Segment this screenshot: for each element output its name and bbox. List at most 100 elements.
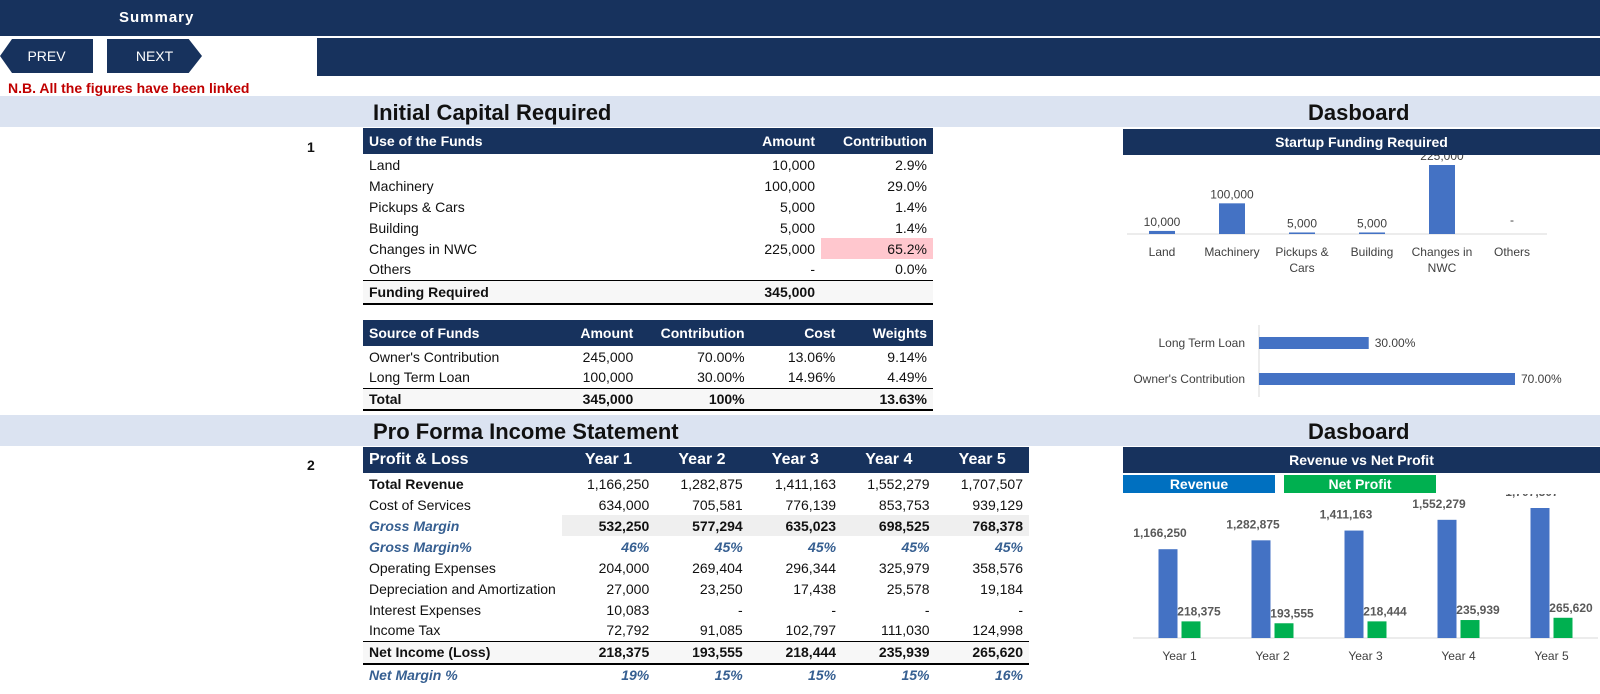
pl-value: -: [831, 601, 837, 618]
pl-value: 698,525: [842, 515, 936, 536]
table-row: Income Tax 72,792 91,085 102,797 111,030 124,…: [363, 620, 1029, 641]
net-margin-value: 15%: [901, 667, 930, 683]
data-label: 193,555: [1270, 606, 1314, 620]
net-profit-bar: [1460, 620, 1480, 638]
data-label: 1,552,279: [1412, 497, 1466, 511]
tick-label: Year 5: [1534, 649, 1569, 663]
source-weight: 9.14%: [887, 348, 927, 365]
sources-total-label: Total: [363, 387, 559, 411]
table-row: Machinery 100,000 29.0%: [363, 175, 933, 196]
net-profit-bar: [1181, 621, 1201, 638]
table-row: Depreciation and Amortization 27,000 23,25…: [363, 578, 1029, 599]
prev-button[interactable]: PREV: [0, 39, 93, 73]
net-income-value: 265,620: [935, 640, 1029, 665]
net-profit-bar: [1274, 623, 1294, 638]
pl-value: 358,576: [972, 559, 1023, 576]
source-amount: 245,000: [582, 348, 634, 365]
pl-value: 705,581: [692, 496, 743, 513]
table-row: Others - 0.0%: [363, 259, 933, 280]
table-row: Total Revenue 1,166,250 1,282,875 1,411,163…: [363, 473, 1029, 494]
table-row: Land 10,000 2.9%: [363, 154, 933, 175]
tick-label: Long Term Loan: [1158, 336, 1245, 350]
revenue-bar: [1530, 508, 1550, 638]
table-row: Building 5,000 1.4%: [363, 217, 933, 238]
tick-label: Owner's Contribution: [1133, 372, 1245, 386]
use-amount: -: [810, 261, 815, 278]
use-label: Land: [369, 156, 401, 173]
net-margin-value: 15%: [714, 667, 743, 683]
col-header-pl: Profit & Loss: [363, 447, 562, 473]
pl-value: 1,282,875: [680, 475, 743, 492]
pl-row-label: Cost of Services: [369, 496, 471, 513]
table-row: Interest Expenses 10,083 - - - -: [363, 599, 1029, 620]
table-row: Operating Expenses 204,000 269,404 296,344 3…: [363, 557, 1029, 578]
tick-label: Others: [1494, 245, 1530, 259]
pl-row-label: Operating Expenses: [369, 559, 496, 576]
data-label: 265,620: [1549, 601, 1593, 615]
net-margin-label: Net Margin %: [369, 667, 458, 683]
net-income-value: 218,375: [561, 640, 656, 665]
pl-value: 1,552,279: [867, 475, 930, 492]
pl-value: 532,250: [561, 515, 656, 536]
pl-row-label: Total Revenue: [369, 475, 464, 492]
col-header-year: Year 5: [935, 447, 1029, 473]
profit-loss-table: Profit & Loss Year 1 Year 2 Year 3 Year 4 Yea…: [363, 447, 1029, 685]
next-button[interactable]: NEXT: [107, 39, 202, 73]
data-label: 100,000: [1210, 187, 1254, 201]
data-label: 70.00%: [1521, 372, 1562, 386]
bar: [1259, 337, 1369, 349]
pl-value: 296,344: [785, 559, 837, 576]
tick-label: Cars: [1289, 261, 1314, 275]
pl-value: 776,139: [785, 496, 837, 513]
revenue-bar: [1251, 540, 1271, 638]
use-amount: 10,000: [772, 156, 815, 173]
data-label: 235,939: [1456, 603, 1500, 617]
data-label: 1,166,250: [1133, 526, 1187, 540]
funding-required-blank: [821, 279, 933, 305]
revenue-bar: [1344, 530, 1364, 638]
source-label: Long Term Loan: [369, 369, 470, 386]
pl-value: 635,023: [748, 515, 843, 536]
data-label: -: [1510, 213, 1514, 227]
pl-value: 768,378: [935, 515, 1029, 536]
source-amount: 100,000: [582, 369, 634, 386]
pl-value: 853,753: [878, 496, 930, 513]
pl-value: 1,166,250: [586, 475, 650, 492]
sheet-title: Summary: [119, 9, 195, 26]
pl-value: 111,030: [880, 622, 930, 639]
table-row: Gross Margin% 46% 45% 45% 45% 45%: [363, 536, 1029, 557]
col-header-cost: Cost: [750, 320, 842, 346]
use-amount: 5,000: [779, 219, 815, 236]
source-contribution: 30.00%: [697, 369, 745, 386]
tick-label: Machinery: [1204, 245, 1259, 259]
top-header-bar: [0, 0, 1600, 36]
net-income-row: Net Income (Loss) 218,375 193,555 218,444 23…: [363, 640, 1029, 665]
section2-number: 2: [307, 457, 315, 473]
col-header-src-contribution: Contribution: [639, 320, 751, 346]
col-header-year: Year 1: [561, 447, 656, 473]
data-label: 10,000: [1144, 215, 1181, 229]
section1-number: 1: [307, 139, 315, 155]
legend-revenue: Revenue: [1123, 475, 1275, 493]
data-label: 218,444: [1363, 604, 1407, 618]
pl-value: 17,438: [793, 580, 837, 597]
chart-sources-of-funds: Long Term Loan 30.00% Owner's Contribution…: [1133, 325, 1562, 397]
sources-total-contribution: 100%: [639, 387, 751, 411]
table-row: Pickups & Cars 5,000 1.4%: [363, 196, 933, 217]
tick-label: NWC: [1428, 261, 1457, 275]
revenue-bar: [1158, 549, 1178, 638]
source-weight: 4.49%: [887, 369, 927, 386]
use-contribution: 65.2%: [821, 238, 933, 259]
source-contribution: 70.00%: [697, 348, 745, 365]
pl-value: 204,000: [598, 559, 650, 576]
table-row: Cost of Services 634,000 705,581 776,139 853…: [363, 494, 1029, 515]
source-cost: 14.96%: [787, 369, 836, 386]
sources-total-cost: [750, 387, 842, 411]
pl-row-label: Gross Margin%: [369, 538, 472, 555]
use-label: Pickups & Cars: [369, 198, 465, 215]
funding-required-label: Funding Required: [363, 279, 721, 305]
data-label: 30.00%: [1375, 336, 1416, 350]
pl-value: 72,792: [606, 622, 650, 639]
data-label: 218,375: [1177, 604, 1221, 618]
use-contribution: 0.0%: [895, 261, 927, 278]
